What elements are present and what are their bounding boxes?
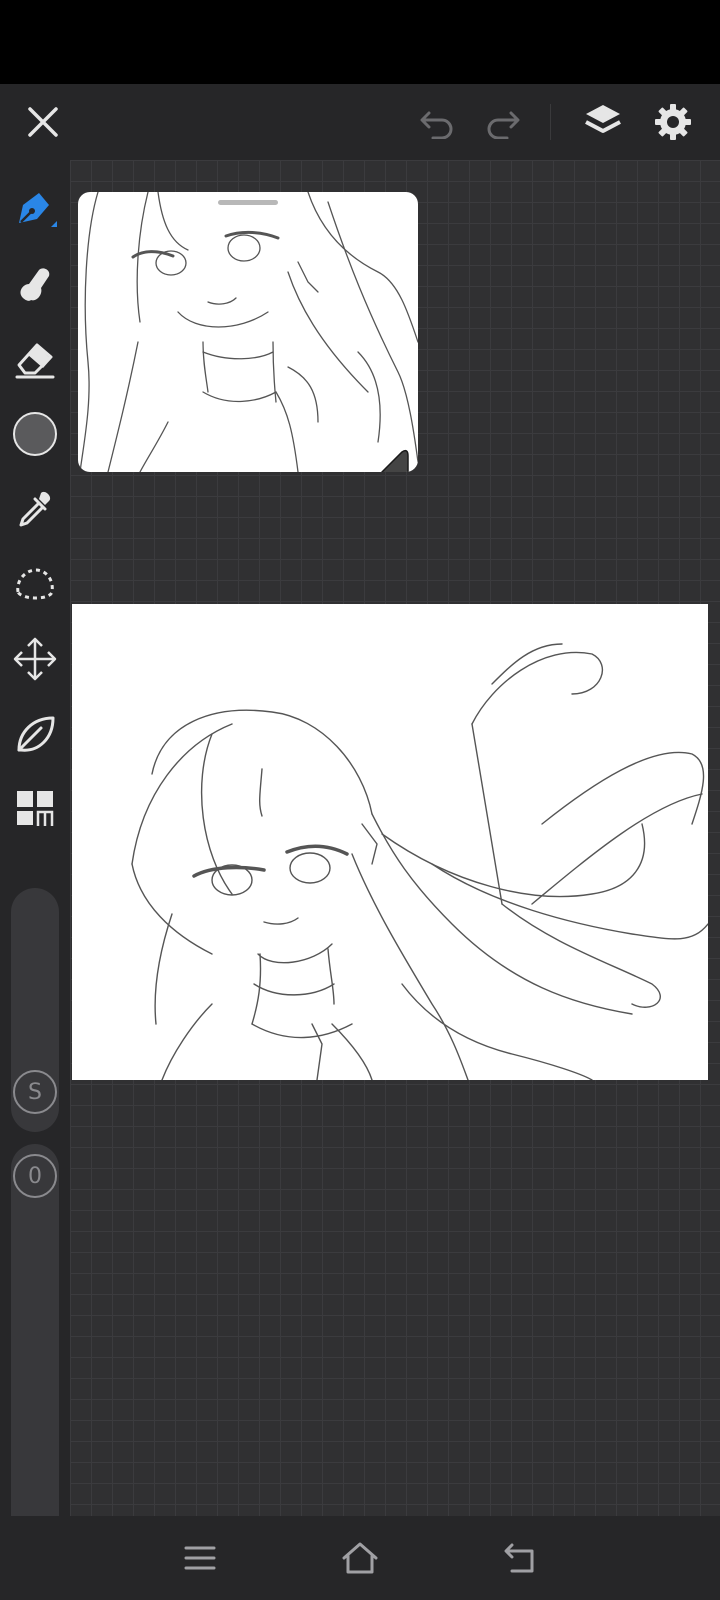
menu-icon	[184, 1546, 216, 1570]
eyedropper-tool[interactable]	[8, 482, 62, 536]
layers-icon	[585, 105, 621, 133]
opacity-slider-label: 0	[13, 1154, 57, 1198]
home-icon	[342, 1542, 378, 1574]
panels-tool[interactable]	[8, 782, 62, 836]
settings-button[interactable]	[648, 84, 698, 160]
toolbar-divider	[550, 104, 551, 140]
recent-apps-button[interactable]	[176, 1534, 224, 1582]
close-button[interactable]	[18, 84, 68, 160]
home-button[interactable]	[336, 1534, 384, 1582]
smudge-icon	[20, 268, 50, 301]
top-toolbar	[0, 84, 720, 160]
move-tool[interactable]	[8, 632, 62, 686]
layers-button[interactable]	[578, 84, 628, 160]
undo-button[interactable]	[410, 84, 464, 160]
drawing-canvas[interactable]	[72, 604, 709, 1081]
size-slider-label: S	[13, 1070, 57, 1114]
close-icon	[28, 107, 58, 137]
resize-handle-icon[interactable]	[378, 446, 416, 472]
leaf-icon	[17, 716, 55, 752]
move-icon	[13, 637, 57, 681]
tool-sidebar: S 0	[0, 160, 70, 1580]
reference-sketch-image	[79, 192, 418, 472]
eyedropper-icon	[19, 491, 51, 527]
redo-icon	[487, 111, 520, 139]
smudge-tool[interactable]	[8, 257, 62, 311]
color-picker-button[interactable]	[8, 407, 62, 461]
pen-icon	[19, 193, 57, 227]
panels-icon	[17, 791, 54, 826]
redo-button[interactable]	[476, 84, 530, 160]
eraser-icon	[15, 343, 55, 379]
system-nav-bar	[0, 1516, 720, 1600]
reference-window[interactable]	[78, 192, 418, 472]
eraser-tool[interactable]	[8, 332, 62, 386]
back-icon	[504, 1543, 534, 1573]
current-color-swatch	[13, 412, 57, 456]
reference-drag-handle[interactable]	[218, 200, 278, 205]
pen-tool[interactable]	[8, 182, 62, 236]
opacity-slider[interactable]: 0	[11, 1144, 59, 1580]
gear-icon	[655, 104, 691, 140]
brush-size-slider[interactable]: S	[11, 888, 59, 1132]
lasso-tool[interactable]	[8, 557, 62, 611]
lasso-icon	[16, 568, 54, 600]
leaf-tool[interactable]	[8, 707, 62, 761]
status-bar	[0, 0, 720, 84]
undo-icon	[420, 111, 453, 139]
back-button[interactable]	[496, 1534, 544, 1582]
sketch-drawing	[131, 643, 709, 1081]
